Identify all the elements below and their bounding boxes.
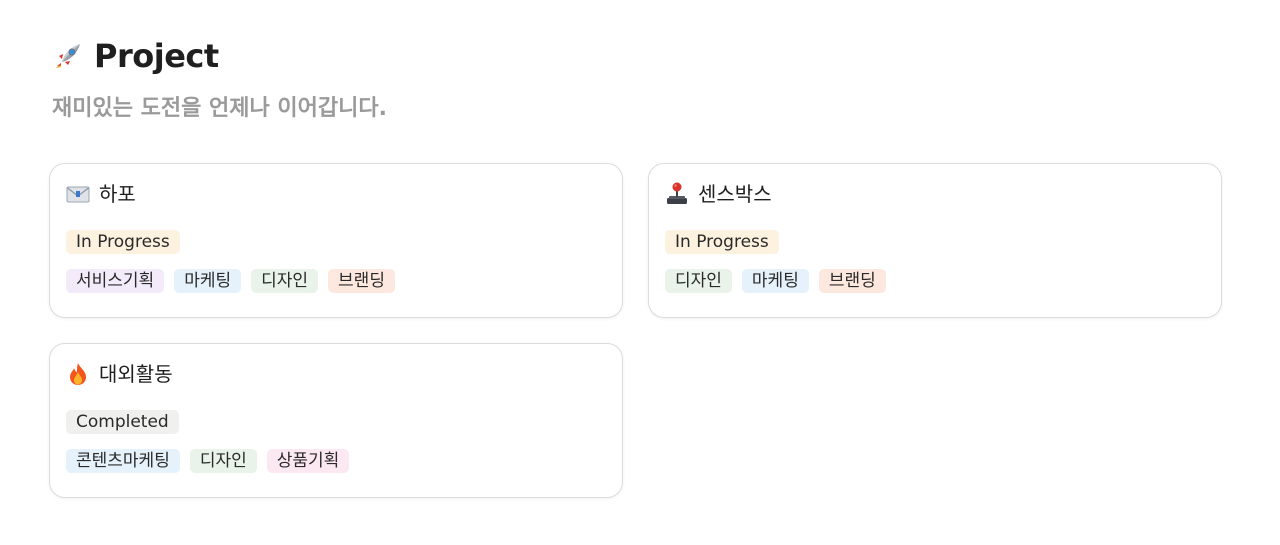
tag: 브랜딩 [328,269,395,293]
status-badge: In Progress [665,230,779,254]
card-header: 센스박스 [664,180,772,208]
project-card-sensebox[interactable]: 센스박스 In Progress 디자인 마케팅 브랜딩 [648,163,1222,318]
fire-icon [70,363,86,385]
tag: 서비스기획 [66,269,165,293]
tag-list: 서비스기획 마케팅 디자인 브랜딩 [66,269,395,293]
tag-list: 디자인 마케팅 브랜딩 [665,269,886,293]
tag-list: 콘텐츠마케팅 디자인 상품기획 [66,449,350,473]
tag: 디자인 [251,269,319,293]
project-gallery-page: Project 재미있는 도전을 언제나 이어갑니다. 하포 In Progre… [0,0,1280,545]
project-card-hapo[interactable]: 하포 In Progress 서비스기획 마케팅 디자인 브랜딩 [49,163,623,318]
project-title: 대외활동 [99,362,173,386]
project-card-activities[interactable]: 대외활동 Completed 콘텐츠마케팅 디자인 상품기획 [49,343,623,498]
envelope-icon [66,186,90,203]
page-title: Project [94,37,219,75]
rocket-icon [56,44,80,68]
project-title: 센스박스 [698,182,772,206]
joystick-icon [667,182,687,204]
tag: 브랜딩 [818,269,886,293]
tag: 디자인 [665,269,732,293]
status-badge: Completed [66,410,179,434]
project-title: 하포 [99,182,136,206]
card-header: 하포 [65,180,136,208]
page-header: Project [52,36,219,76]
tag: 마케팅 [741,269,809,293]
page-subtitle: 재미있는 도전을 언제나 이어갑니다. [52,96,387,121]
card-header: 대외활동 [65,360,173,388]
tag: 마케팅 [174,269,242,293]
tag: 콘텐츠마케팅 [66,449,180,473]
tag: 상품기획 [266,449,350,473]
status-badge: In Progress [66,230,180,254]
tag: 디자인 [189,449,257,473]
